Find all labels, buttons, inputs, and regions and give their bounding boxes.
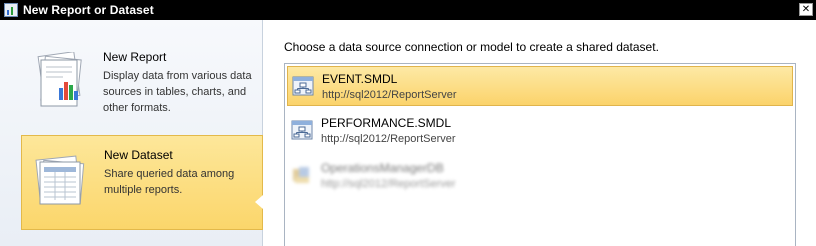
source-url: http://sql2012/ReportServer: [322, 89, 457, 101]
report-builder-app-icon: [4, 3, 18, 17]
window-title: New Report or Dataset: [23, 3, 154, 17]
option-description: Share queried data among multiple report…: [104, 168, 235, 196]
source-name: EVENT.SMDL: [322, 72, 398, 86]
source-url: http://sql2012/ReportServer: [321, 133, 456, 145]
option-title: New Dataset: [104, 148, 173, 162]
instruction-text: Choose a data source connection or model…: [284, 40, 659, 54]
list-item-operationsmanagerdb[interactable]: OperationsManagerDB http://sql2012/Repor…: [287, 156, 793, 196]
option-new-dataset[interactable]: New Dataset Share queried data among mul…: [21, 135, 263, 230]
option-title: New Report: [103, 50, 167, 64]
report-icon: [37, 52, 82, 107]
source-name: PERFORMANCE.SMDL: [321, 116, 452, 130]
data-source-list[interactable]: EVENT.SMDL http://sql2012/ReportServer P…: [284, 63, 796, 246]
model-icon: [292, 76, 314, 96]
source-name: OperationsManagerDB: [321, 161, 444, 175]
dataset-icon: [35, 155, 85, 205]
dialog-window: New Report or Dataset ✕ New Report Displ…: [0, 0, 816, 246]
list-item-performance-smdl[interactable]: PERFORMANCE.SMDL http://sql2012/ReportSe…: [287, 111, 793, 151]
source-url: http://sql2012/ReportServer: [321, 178, 456, 190]
close-button[interactable]: ✕: [799, 3, 813, 16]
data-source-icon: [293, 167, 309, 183]
option-new-report[interactable]: New Report Display data from various dat…: [21, 44, 263, 128]
list-item-event-smdl[interactable]: EVENT.SMDL http://sql2012/ReportServer: [287, 66, 793, 106]
model-icon: [291, 120, 313, 140]
wizard-options-panel: New Report Display data from various dat…: [0, 20, 263, 246]
title-bar: New Report or Dataset ✕: [0, 0, 816, 20]
selection-pointer: [255, 195, 263, 209]
option-description: Display data from various data sources i…: [103, 70, 252, 114]
